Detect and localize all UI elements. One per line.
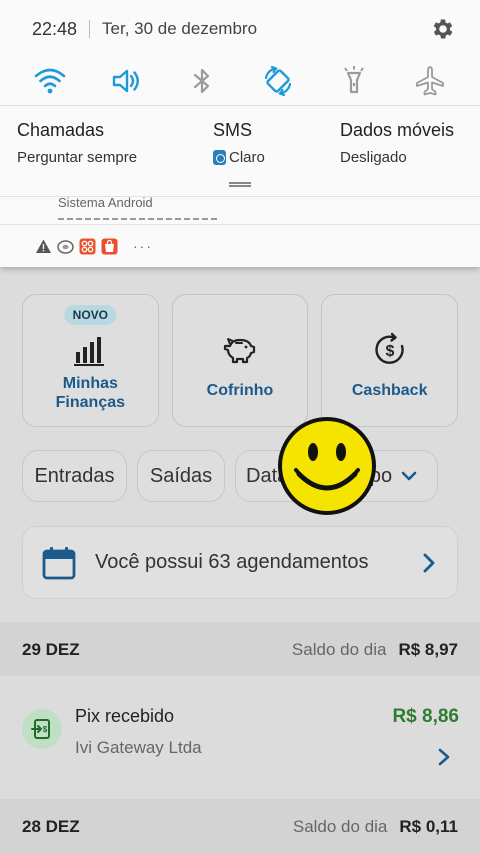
day-balance-value: R$ 8,97 bbox=[398, 640, 458, 659]
transaction-amount: R$ 8,86 bbox=[392, 706, 459, 727]
day-balance-label: Saldo do dia bbox=[291, 640, 387, 659]
piggy-bank-icon bbox=[223, 338, 256, 364]
svg-text:$: $ bbox=[43, 725, 48, 734]
notification-icons-row[interactable]: ··· bbox=[0, 226, 480, 266]
day-header: 28 DEZ Saldo do dia R$ 0,11 bbox=[0, 799, 480, 854]
tile-label-line1: Minhas bbox=[62, 375, 118, 392]
sim-sms-setting[interactable]: SMS Claro bbox=[213, 120, 265, 166]
sim-card-icon bbox=[213, 150, 226, 165]
tile-cashback[interactable]: $ Cashback bbox=[321, 294, 459, 427]
quick-settings-row bbox=[0, 58, 480, 104]
gear-icon[interactable] bbox=[430, 16, 456, 42]
clock: 22:48 bbox=[32, 18, 78, 39]
shortcut-tiles: NOVO Minhas Finanças Cofrinho $ Cashback bbox=[22, 294, 459, 427]
tile-label-line2: Finanças bbox=[55, 394, 126, 411]
filter-saidas-label: Saídas bbox=[149, 464, 213, 487]
day-date: 28 DEZ bbox=[22, 816, 80, 836]
qs-flashlight-toggle[interactable] bbox=[332, 59, 376, 103]
airplane-icon bbox=[416, 66, 444, 96]
transaction-title: Pix recebido bbox=[75, 706, 175, 726]
filter-saidas[interactable]: Saídas bbox=[137, 450, 225, 502]
filter-entradas-label: Entradas bbox=[34, 464, 115, 487]
calendar-icon bbox=[42, 546, 76, 579]
sim-data-title: Dados móveis bbox=[340, 120, 455, 140]
schedules-text: Você possui 63 agendamentos bbox=[95, 551, 369, 573]
day-date: 29 DEZ bbox=[22, 640, 80, 659]
schedules-banner[interactable]: Você possui 63 agendamentos bbox=[22, 526, 458, 599]
bar-chart-icon bbox=[74, 337, 105, 366]
shopping-bag-icon bbox=[101, 238, 118, 255]
notification-source: Sistema Android bbox=[58, 195, 153, 210]
sim-sms-title: SMS bbox=[213, 120, 253, 140]
more-notifications-icon: ··· bbox=[133, 238, 153, 254]
qs-airplane-toggle[interactable] bbox=[408, 59, 452, 103]
tile-minhas-financas[interactable]: NOVO Minhas Finanças bbox=[22, 294, 159, 427]
tile-label: Cofrinho bbox=[206, 382, 274, 399]
qs-sound-toggle[interactable] bbox=[104, 59, 148, 103]
sim-calls-title: Chamadas bbox=[17, 120, 105, 140]
divider bbox=[89, 20, 91, 38]
disc-icon bbox=[57, 238, 74, 255]
day-header: 29 DEZ Saldo do dia R$ 8,97 bbox=[0, 622, 480, 678]
sim-calls-value: Perguntar sempre bbox=[17, 149, 137, 166]
smiley-face-icon bbox=[278, 417, 376, 515]
tile-label: Minhas Finanças bbox=[56, 374, 125, 412]
sim-sms-value-text: Claro bbox=[229, 149, 265, 166]
chevron-right-icon bbox=[438, 748, 450, 766]
tile-label: Cashback bbox=[351, 382, 428, 399]
warning-icon bbox=[35, 238, 52, 255]
bluetooth-icon bbox=[193, 68, 210, 94]
sim-data-setting[interactable]: Dados móveis Desligado bbox=[340, 120, 454, 166]
svg-text:$: $ bbox=[385, 343, 394, 360]
day-balance-label: Saldo do dia bbox=[292, 816, 388, 836]
sim-data-value: Desligado bbox=[340, 149, 454, 166]
transaction-counterparty: Ivi Gateway Ltda bbox=[75, 738, 202, 757]
sim-calls-value-text: Perguntar sempre bbox=[17, 149, 138, 166]
sim-calls-setting[interactable]: Chamadas Perguntar sempre bbox=[17, 120, 137, 166]
wifi-icon bbox=[34, 68, 66, 94]
qs-wifi-toggle[interactable] bbox=[28, 59, 72, 103]
notification-text-truncated bbox=[58, 216, 218, 222]
notification-item[interactable]: Sistema Android bbox=[0, 195, 480, 224]
day-balance-value: R$ 0,11 bbox=[399, 816, 458, 836]
pix-received-icon: $ bbox=[22, 709, 62, 749]
status-row: 22:48 Ter, 30 de dezembro bbox=[0, 0, 480, 58]
app-content: NOVO Minhas Finanças Cofrinho $ Cashback… bbox=[0, 267, 480, 854]
filter-entradas[interactable]: Entradas bbox=[22, 450, 127, 502]
qs-rotate-toggle[interactable] bbox=[256, 59, 300, 103]
divider bbox=[0, 224, 480, 225]
drag-handle[interactable] bbox=[229, 182, 251, 187]
qs-bluetooth-toggle[interactable] bbox=[180, 59, 224, 103]
chevron-down-icon bbox=[401, 471, 417, 481]
sim-sms-value: Claro bbox=[213, 149, 265, 166]
new-badge: NOVO bbox=[64, 305, 116, 325]
volume-icon bbox=[112, 69, 139, 93]
tile-cofrinho[interactable]: Cofrinho bbox=[171, 294, 309, 427]
sim-data-value-text: Desligado bbox=[340, 149, 407, 166]
notification-shade: 22:48 Ter, 30 de dezembro Chamadas Pergu… bbox=[0, 0, 480, 267]
transaction-row[interactable]: $ Pix recebido Ivi Gateway Ltda R$ 8,86 bbox=[0, 676, 480, 794]
flashlight-icon bbox=[344, 66, 364, 94]
rotate-icon bbox=[264, 65, 292, 97]
date-label: Ter, 30 de dezembro bbox=[102, 19, 258, 38]
cashback-icon: $ bbox=[375, 332, 404, 364]
chevron-right-icon bbox=[423, 553, 435, 572]
app-grid-icon bbox=[79, 238, 96, 255]
